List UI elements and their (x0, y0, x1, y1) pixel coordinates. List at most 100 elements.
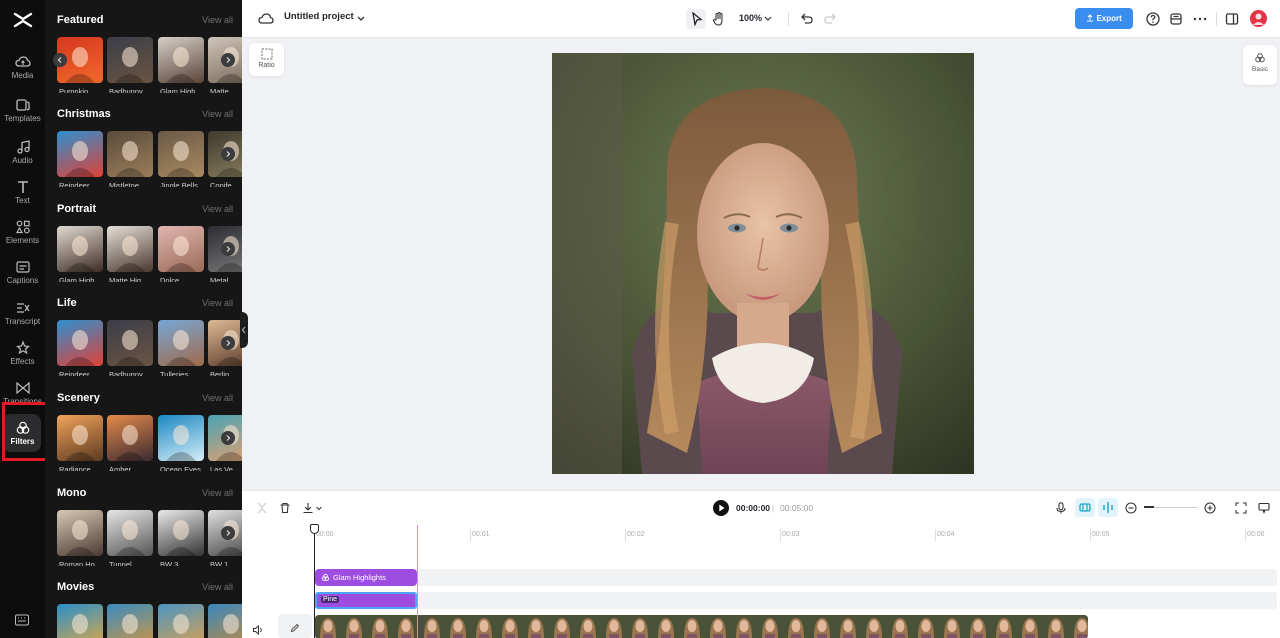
edit-cover-button[interactable] (278, 614, 312, 638)
comment-icon[interactable] (1258, 502, 1270, 514)
filter-thumbnail[interactable] (57, 604, 103, 638)
video-frame (1017, 615, 1043, 638)
select-tool-button[interactable] (686, 9, 706, 29)
filter-thumbnail[interactable] (57, 415, 103, 461)
transitions-icon (15, 381, 30, 395)
more-icon[interactable] (1192, 11, 1208, 27)
video-clip[interactable] (315, 615, 1088, 638)
chevron-down-icon[interactable] (356, 11, 366, 27)
layout-panel-icon[interactable] (1224, 11, 1240, 27)
filter-thumbnail[interactable] (158, 604, 204, 638)
zoom-in-icon[interactable] (1204, 502, 1216, 514)
rail-item-effects[interactable]: Effects (0, 338, 45, 376)
chevron-right-icon (226, 151, 231, 157)
video-frame (393, 615, 419, 638)
filter-thumbnail[interactable] (107, 604, 153, 638)
rail-item-transcript[interactable]: Transcript (0, 298, 45, 336)
video-preview[interactable] (552, 53, 974, 474)
filter-thumbnail[interactable] (107, 320, 153, 366)
redo-icon[interactable] (822, 11, 838, 27)
keyboard-icon[interactable] (15, 614, 29, 626)
filter-thumbnail[interactable] (158, 131, 204, 177)
filter-thumbnail[interactable] (57, 226, 103, 272)
ruler-tick: 00:04 (935, 529, 955, 541)
scroll-left-button[interactable] (53, 53, 67, 67)
zoom-level[interactable]: 100% (739, 13, 762, 23)
filter-thumbnail[interactable] (158, 415, 204, 461)
help-icon[interactable] (1145, 11, 1161, 27)
filter-thumbnail-row: Pumpkin Badbunny Glam High… Matte (57, 37, 242, 93)
zoom-out-icon[interactable] (1125, 502, 1137, 514)
scroll-right-button[interactable] (221, 431, 235, 445)
microphone-icon[interactable] (1055, 502, 1067, 514)
filter-thumbnail[interactable] (107, 415, 153, 461)
filter-label: Berlin (210, 370, 230, 376)
zoom-dropdown-icon[interactable] (763, 11, 773, 27)
scroll-right-button[interactable] (221, 147, 235, 161)
download-dropdown-icon[interactable] (315, 502, 323, 514)
cloud-save-icon[interactable] (258, 11, 274, 27)
hand-tool-icon[interactable] (711, 11, 727, 27)
chevron-right-icon (226, 246, 231, 252)
rail-label: Captions (6, 276, 39, 285)
filter-thumbnail[interactable] (107, 226, 153, 272)
view-all-link[interactable]: View all (202, 109, 233, 119)
link-toggle[interactable] (1098, 498, 1118, 517)
volume-icon[interactable] (252, 624, 264, 636)
filter-thumbnail[interactable] (158, 37, 204, 83)
download-icon[interactable] (302, 502, 314, 514)
rail-item-text[interactable]: Text (0, 177, 45, 215)
cursor-icon (692, 12, 703, 26)
scroll-right-button[interactable] (221, 336, 235, 350)
project-name[interactable]: Untitled project (284, 11, 354, 22)
view-all-link[interactable]: View all (202, 488, 233, 498)
video-frame (965, 615, 991, 638)
ruler-tick: 00:02 (625, 529, 645, 541)
filter-thumbnail[interactable] (158, 510, 204, 556)
ratio-button[interactable]: Ratio (249, 43, 284, 76)
view-all-link[interactable]: View all (202, 393, 233, 403)
user-avatar[interactable] (1250, 10, 1267, 27)
scroll-right-button[interactable] (221, 53, 235, 67)
filter-label: Matte (210, 87, 229, 93)
rail-item-elements[interactable]: Elements (0, 217, 45, 255)
basic-button[interactable]: Basic (1243, 45, 1277, 85)
magnet-toggle[interactable] (1075, 498, 1095, 517)
filter-thumbnail[interactable] (107, 510, 153, 556)
view-all-link[interactable]: View all (202, 298, 233, 308)
rail-item-templates[interactable]: Templates (0, 95, 45, 133)
undo-icon[interactable] (799, 11, 815, 27)
scroll-right-button[interactable] (221, 526, 235, 540)
filter-thumbnail[interactable] (158, 226, 204, 272)
filter-thumbnail[interactable] (208, 604, 242, 638)
ruler-tick: 00:05 (1090, 529, 1110, 541)
delete-icon[interactable] (279, 502, 291, 514)
filter-thumbnail[interactable] (158, 320, 204, 366)
filter-thumbnail[interactable] (107, 37, 153, 83)
section-title: Mono (57, 487, 87, 499)
scroll-right-button[interactable] (221, 242, 235, 256)
pine-clip-label: Pine (321, 596, 340, 603)
rail-item-media[interactable]: Media (0, 52, 45, 90)
filter-thumbnail[interactable] (57, 510, 103, 556)
play-button[interactable] (713, 500, 729, 516)
video-frame (835, 615, 861, 638)
split-icon[interactable] (256, 502, 268, 514)
playhead-handle[interactable] (310, 524, 319, 534)
rail-item-captions[interactable]: Captions (0, 257, 45, 295)
playhead[interactable] (314, 525, 315, 638)
filter-thumbnail[interactable] (107, 131, 153, 177)
filter-clip-glam-highlights[interactable]: Glam Highlights (315, 569, 417, 586)
storage-icon[interactable] (1168, 11, 1184, 27)
filter-clip-pine[interactable]: Pine (315, 592, 417, 609)
filter-thumbnail[interactable] (57, 131, 103, 177)
view-all-link[interactable]: View all (202, 582, 233, 592)
fit-icon[interactable] (1235, 502, 1247, 514)
view-all-link[interactable]: View all (202, 15, 233, 25)
panel-collapse-handle[interactable] (240, 312, 248, 348)
view-all-link[interactable]: View all (202, 204, 233, 214)
filter-thumbnail[interactable] (57, 320, 103, 366)
rail-label: Media (11, 71, 34, 80)
rail-item-audio[interactable]: Audio (0, 137, 45, 175)
export-button[interactable]: Export (1075, 8, 1133, 29)
